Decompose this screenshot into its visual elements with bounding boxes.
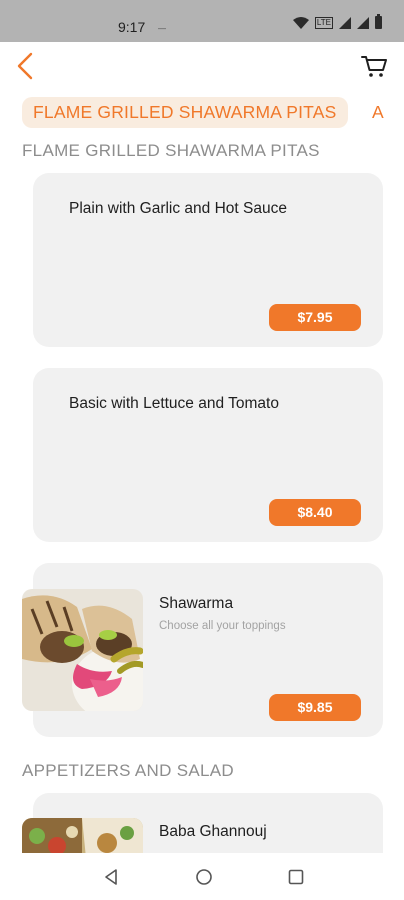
menu-item-card[interactable]: Basic with Lettuce and Tomato $8.40 bbox=[33, 368, 383, 542]
back-triangle-icon[interactable] bbox=[101, 867, 121, 887]
item-name: Shawarma bbox=[159, 595, 234, 612]
price-button[interactable]: $9.85 bbox=[269, 694, 361, 721]
tab-flame-grilled-shawarma-pitas[interactable]: FLAME GRILLED SHAWARMA PITAS bbox=[22, 97, 348, 128]
signal-icon bbox=[357, 16, 369, 29]
sim-indicator: — bbox=[158, 24, 166, 33]
category-tabs: FLAME GRILLED SHAWARMA PITAS A bbox=[0, 97, 404, 129]
lte-icon: LTE bbox=[314, 16, 333, 29]
signal-icon bbox=[339, 16, 351, 29]
wifi-icon bbox=[292, 16, 309, 29]
system-nav-bar bbox=[0, 853, 404, 900]
cart-icon[interactable] bbox=[360, 52, 388, 80]
recents-square-icon[interactable] bbox=[286, 867, 306, 887]
item-name: Plain with Garlic and Hot Sauce bbox=[69, 200, 287, 217]
section-title: FLAME GRILLED SHAWARMA PITAS bbox=[22, 141, 320, 160]
item-name: Basic with Lettuce and Tomato bbox=[69, 395, 279, 412]
price-button[interactable]: $7.95 bbox=[269, 304, 361, 331]
tab-next-category[interactable]: A bbox=[362, 97, 384, 128]
status-bar: 9:17 — LTE bbox=[0, 0, 404, 42]
app-bar bbox=[0, 42, 404, 96]
section-title: APPETIZERS AND SALAD bbox=[22, 761, 234, 780]
battery-icon bbox=[375, 14, 382, 29]
menu-item-card[interactable]: Plain with Garlic and Hot Sauce $7.95 bbox=[33, 173, 383, 347]
chevron-left-icon[interactable] bbox=[14, 52, 36, 80]
item-description: Choose all your toppings bbox=[159, 620, 286, 632]
home-circle-icon[interactable] bbox=[194, 867, 214, 887]
item-name: Baba Ghannouj bbox=[159, 823, 267, 840]
price-button[interactable]: $8.40 bbox=[269, 499, 361, 526]
system-icons: LTE bbox=[292, 14, 382, 29]
status-time: 9:17 bbox=[118, 19, 146, 35]
shawarma-photo bbox=[22, 589, 143, 711]
